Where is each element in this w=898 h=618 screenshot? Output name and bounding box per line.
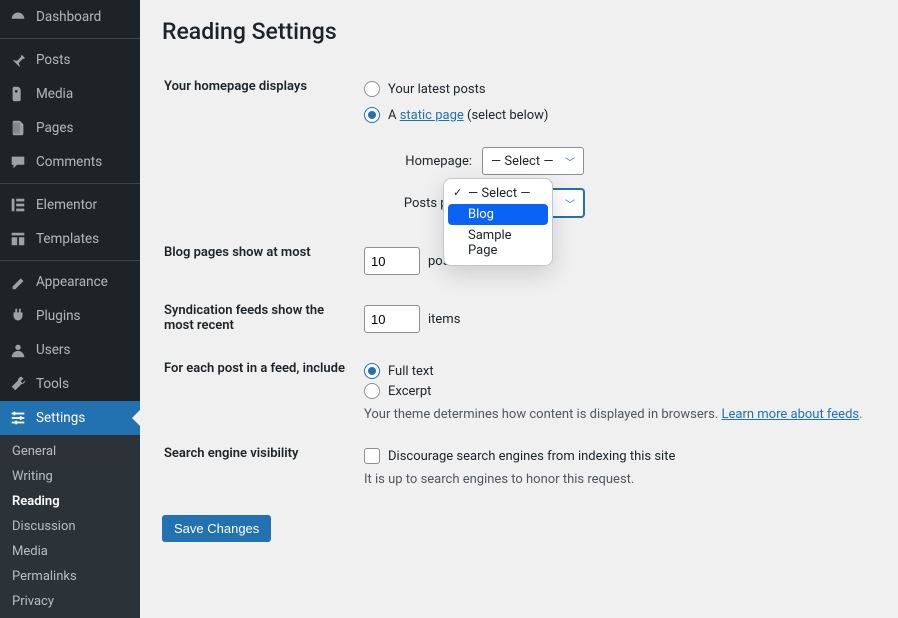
sidebar-item-label: Appearance — [36, 274, 108, 290]
radio-excerpt-label: Excerpt — [388, 384, 431, 399]
sidebar-item-pages[interactable]: Pages — [0, 111, 140, 145]
settings-submenu: GeneralWritingReadingDiscussionMediaPerm… — [0, 435, 140, 618]
pages-icon — [8, 118, 28, 138]
chevron-down-icon: ﹀ — [565, 196, 575, 211]
sidebar-item-appearance[interactable]: Appearance — [0, 265, 140, 299]
checkbox-discourage-label: Discourage search engines from indexing … — [388, 449, 675, 464]
chevron-down-icon: ﹀ — [565, 154, 575, 169]
sidebar-item-label: Comments — [36, 154, 102, 170]
sidebar-item-comments[interactable]: Comments — [0, 145, 140, 179]
pin-icon — [8, 50, 28, 70]
checkbox-discourage[interactable] — [364, 448, 380, 464]
sidebar-item-elementor[interactable]: Elementor — [0, 188, 140, 222]
label-search-engine: Search engine visibility — [164, 434, 362, 497]
admin-sidebar: Dashboard Posts Media Pages Comments Ele… — [0, 0, 140, 588]
posts-page-dropdown[interactable]: — Select —BlogSample Page — [443, 178, 553, 266]
media-icon — [8, 84, 28, 104]
search-engine-desc: It is up to search engines to honor this… — [364, 472, 874, 487]
dropdown-option[interactable]: Blog — [448, 204, 548, 225]
radio-static-page[interactable] — [364, 107, 380, 123]
radio-latest-posts[interactable] — [364, 81, 380, 97]
dropdown-option[interactable]: Sample Page — [448, 225, 548, 261]
sidebar-item-label: Templates — [36, 231, 99, 247]
sidebar-item-posts[interactable]: Posts — [0, 43, 140, 77]
submenu-item-permalinks[interactable]: Permalinks — [0, 564, 140, 589]
submenu-item-media[interactable]: Media — [0, 539, 140, 564]
sidebar-item-dashboard[interactable]: Dashboard — [0, 0, 140, 34]
sidebar-item-label: Settings — [36, 410, 85, 426]
sidebar-item-label: Tools — [36, 376, 69, 392]
user-icon — [8, 340, 28, 360]
label-syndication: Syndication feeds show the most recent — [164, 291, 362, 347]
sidebar-item-settings[interactable]: Settings — [0, 401, 140, 435]
page-title: Reading Settings — [162, 18, 876, 45]
static-page-link[interactable]: static page — [400, 108, 464, 123]
sidebar-item-label: Users — [36, 342, 70, 358]
label-feed-include: For each post in a feed, include — [164, 349, 362, 432]
radio-excerpt[interactable] — [364, 383, 380, 399]
dropdown-option[interactable]: — Select — — [448, 183, 548, 204]
content-area: Reading Settings Your homepage displays … — [140, 0, 898, 588]
feed-description: Your theme determines how content is dis… — [364, 407, 874, 422]
learn-more-feeds-link[interactable]: Learn more about feeds — [722, 407, 860, 422]
radio-full-text[interactable] — [364, 363, 380, 379]
label-blog-pages: Blog pages show at most — [164, 233, 362, 289]
sidebar-item-templates[interactable]: Templates — [0, 222, 140, 256]
sidebar-item-label: Dashboard — [36, 9, 101, 25]
sidebar-item-label: Pages — [36, 120, 74, 136]
plugin-icon — [8, 306, 28, 326]
sidebar-item-label: Plugins — [36, 308, 81, 324]
sidebar-item-users[interactable]: Users — [0, 333, 140, 367]
radio-latest-posts-label: Your latest posts — [388, 82, 486, 97]
submenu-item-writing[interactable]: Writing — [0, 464, 140, 489]
tools-icon — [8, 374, 28, 394]
sidebar-item-tools[interactable]: Tools — [0, 367, 140, 401]
radio-full-text-label: Full text — [388, 364, 434, 379]
settings-form: Your homepage displays Your latest posts… — [162, 65, 876, 499]
comment-icon — [8, 152, 28, 172]
submenu-item-discussion[interactable]: Discussion — [0, 514, 140, 539]
input-syndication[interactable] — [364, 305, 420, 333]
sidebar-item-label: Media — [36, 86, 73, 102]
unit-items: items — [428, 312, 460, 327]
sidebar-item-label: Elementor — [36, 197, 97, 213]
submenu-item-privacy[interactable]: Privacy — [0, 589, 140, 614]
select-homepage[interactable]: — Select — ﹀ — [482, 147, 584, 175]
elementor-icon — [8, 195, 28, 215]
templates-icon — [8, 229, 28, 249]
submenu-item-reading[interactable]: Reading — [0, 489, 140, 514]
sidebar-item-plugins[interactable]: Plugins — [0, 299, 140, 333]
save-button[interactable]: Save Changes — [162, 515, 271, 542]
label-homepage: Homepage: — [382, 154, 472, 169]
dashboard-icon — [8, 7, 28, 27]
appearance-icon — [8, 272, 28, 292]
sidebar-item-label: Posts — [36, 52, 70, 68]
radio-static-page-label: A static page (select below) — [388, 108, 548, 123]
input-blog-pages[interactable] — [364, 247, 420, 275]
submenu-item-general[interactable]: General — [0, 439, 140, 464]
label-homepage-displays: Your homepage displays — [164, 67, 362, 231]
settings-icon — [8, 408, 28, 428]
sidebar-item-media[interactable]: Media — [0, 77, 140, 111]
